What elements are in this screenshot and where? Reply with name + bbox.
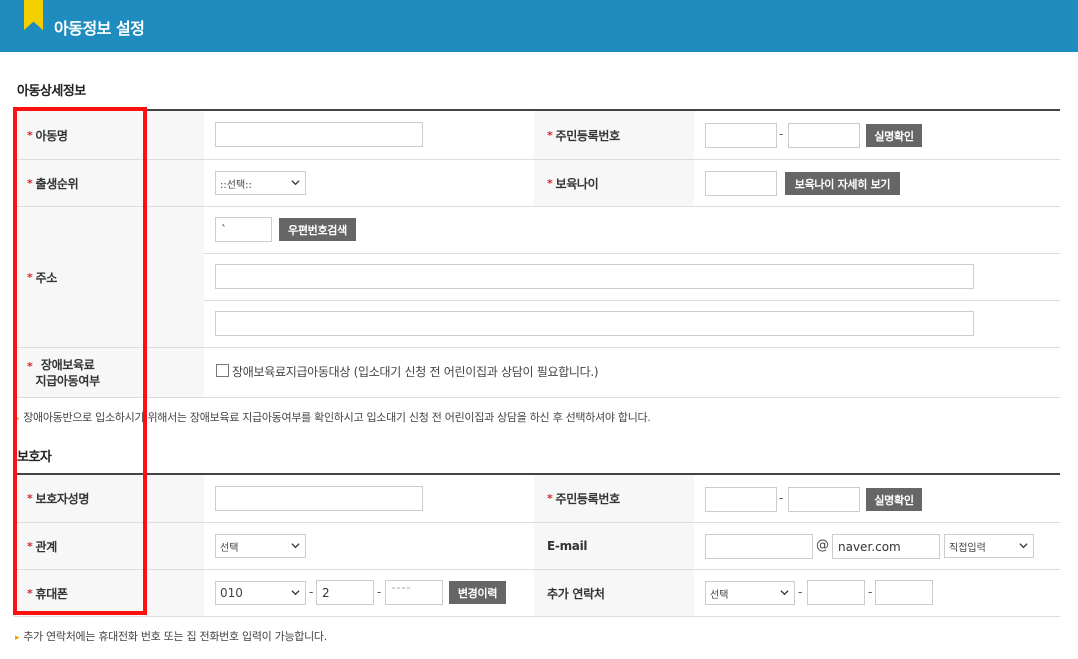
highlight-box [13, 107, 147, 615]
page-title: 아동정보 설정 [54, 19, 145, 38]
care-age-detail-button[interactable]: 보육나이 자세히 보기 [785, 172, 900, 195]
extra-contact-note-text: 추가 연락처에는 휴대전화 번호 또는 집 전화번호 입력이 가능합니다. [23, 630, 327, 643]
phone-last-value: ˜˜˜˜ [391, 587, 411, 598]
zip-search-button[interactable]: 우편번호검색 [279, 218, 356, 241]
phone-row: * 휴대폰 010 - 2 - ˜˜˜˜ 변경이력 추가 연락처 선택 - - [14, 570, 1060, 617]
guardian-rrn-front-input[interactable] [705, 487, 777, 512]
birth-order-value: ::선택:: [220, 179, 252, 191]
care-age-input[interactable] [705, 171, 777, 196]
chevron-down-icon [291, 543, 300, 549]
extra-mid-input[interactable] [807, 580, 865, 605]
child-rrn-front-input[interactable] [705, 123, 777, 148]
phone-mid-input[interactable]: 2 [316, 580, 374, 605]
chevron-down-icon [1019, 543, 1028, 549]
required-mark: * [547, 128, 553, 142]
disability-checkbox[interactable] [216, 364, 229, 377]
child-info-table: * 아동명 * 주민등록번호 - 실명확인 * 출생순위 ::선택:: * 보육나이 보… [14, 109, 1060, 398]
guardian-name-row: * 보호자성명 * 주민등록번호 - 실명확인 [14, 475, 1060, 523]
child-rrn-back-input[interactable] [788, 123, 860, 148]
extra-contact-select[interactable]: 선택 [705, 581, 795, 605]
bookmark-icon [24, 0, 43, 30]
phone-prefix-value: 010 [220, 586, 243, 600]
child-rrn-label: 주민등록번호 [555, 128, 620, 143]
guardian-verify-button[interactable]: 실명확인 [866, 488, 922, 511]
relation-value: 선택 [220, 542, 239, 554]
required-mark: * [547, 492, 553, 505]
chevron-down-icon [291, 180, 300, 186]
guardian-rrn-back-input[interactable] [788, 487, 860, 512]
email-at: @ [816, 538, 829, 553]
chevron-down-icon [780, 590, 789, 596]
birth-order-select[interactable]: ::선택:: [215, 171, 306, 195]
care-age-label: 보육나이 [555, 176, 599, 191]
child-verify-button[interactable]: 실명확인 [866, 124, 922, 147]
email-domain-input[interactable]: naver.com [832, 534, 940, 559]
phone-prefix-select[interactable]: 010 [215, 581, 306, 605]
extra-dash: - [798, 585, 803, 599]
zip-code-value: ` [221, 222, 227, 237]
guardian-rrn-label: 주민등록번호 [555, 492, 620, 506]
child-section-title: 아동상세정보 [17, 84, 86, 99]
phone-dash: - [309, 585, 314, 599]
chevron-down-icon [291, 590, 300, 596]
disability-row: * 장애보육료 지급아동여부 장애보육료지급아동대상 (입소대기 신청 전 어린… [14, 348, 1060, 398]
zip-code-input[interactable]: ` [215, 217, 272, 242]
extra-select-value: 선택 [710, 589, 729, 601]
relation-row: * 관계 선택 E-mail @ naver.com 직접입력 [14, 523, 1060, 570]
extra-dash: - [868, 585, 873, 599]
child-name-input[interactable] [215, 122, 423, 147]
birth-order-row: * 출생순위 ::선택:: * 보육나이 보육나이 자세히 보기 [14, 160, 1060, 207]
address-line1-input[interactable] [215, 264, 974, 289]
email-domain-select[interactable]: 직접입력 [944, 534, 1034, 558]
phone-dash: - [377, 585, 382, 599]
address-row: * 주소 ` 우편번호검색 [14, 207, 1060, 348]
extra-last-input[interactable] [875, 580, 933, 605]
rrn-dash: - [779, 491, 784, 505]
guardian-info-table: * 보호자성명 * 주민등록번호 - 실명확인 * 관계 선택 E-mail @ na… [14, 473, 1060, 617]
bullet-icon: ▸ [15, 633, 20, 643]
extra-contact-note: ▸ 추가 연락처에는 휴대전화 번호 또는 집 전화번호 입력이 가능합니다. [15, 628, 327, 644]
rrn-dash: - [779, 127, 784, 141]
disability-checkbox-label[interactable]: 장애보육료지급아동대상 (입소대기 신청 전 어린이집과 상담이 필요합니다.) [232, 363, 599, 380]
phone-last-input[interactable]: ˜˜˜˜ [385, 580, 443, 605]
phone-history-button[interactable]: 변경이력 [449, 581, 506, 604]
email-select-value: 직접입력 [949, 542, 986, 554]
phone-mid-value: 2 [322, 585, 330, 600]
address-line2-input[interactable] [215, 311, 974, 336]
email-domain-value: naver.com [838, 539, 901, 554]
email-label: E-mail [547, 539, 588, 553]
required-mark: * [547, 176, 553, 190]
extra-contact-label: 추가 연락처 [547, 586, 605, 601]
child-name-row: * 아동명 * 주민등록번호 - 실명확인 [14, 111, 1060, 160]
relation-select[interactable]: 선택 [215, 534, 306, 558]
email-id-input[interactable] [705, 534, 813, 559]
page-header: 아동정보 설정 [0, 0, 1078, 52]
guardian-name-input[interactable] [215, 486, 423, 511]
